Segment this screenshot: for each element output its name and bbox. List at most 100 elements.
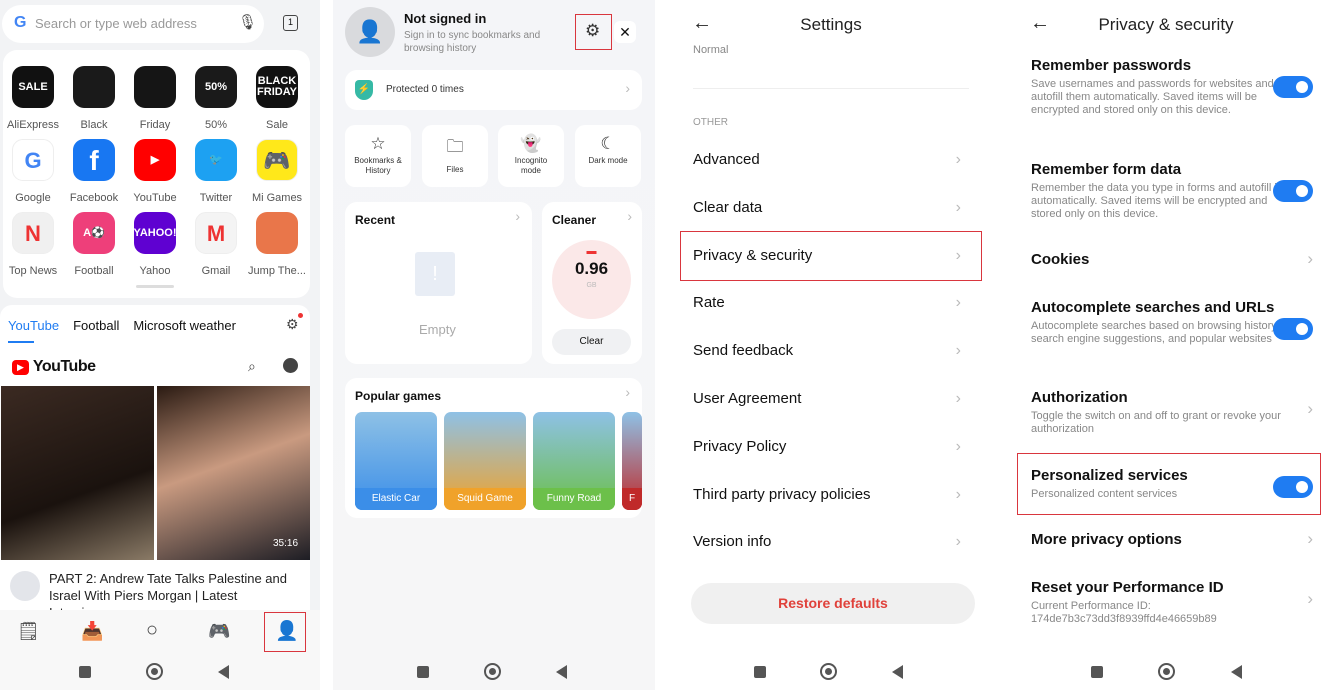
tab-count-button[interactable]: 1	[283, 15, 298, 31]
gmail-icon: M	[195, 212, 237, 254]
settings-item-label: Clear data	[693, 198, 763, 216]
feed-settings-icon[interactable]: ⚙	[286, 316, 299, 333]
toggle-switch[interactable]	[1273, 76, 1313, 98]
shortcut-google[interactable]: G Google	[3, 139, 63, 204]
shortcut-twitter[interactable]: 🐦 Twitter	[186, 139, 246, 204]
home-button[interactable]	[484, 663, 501, 680]
toggle-switch[interactable]	[1273, 180, 1313, 202]
chevron-right-icon: ›	[627, 208, 632, 224]
home-button[interactable]	[820, 663, 837, 680]
game-elastic-car[interactable]: Elastic Car	[355, 412, 437, 510]
chevron-right-icon: ›	[955, 390, 961, 407]
chevron-right-icon: ›	[955, 294, 961, 312]
microphone-icon[interactable]: 🎙	[238, 13, 257, 31]
game-funny-road[interactable]: Funny Road	[533, 412, 615, 510]
restore-defaults-button[interactable]: Restore defaults	[691, 583, 975, 624]
recents-button[interactable]	[1091, 666, 1103, 678]
settings-item-third-party-privacy-policies[interactable]: Third party privacy policies ›	[693, 471, 969, 519]
shortcut-friday[interactable]: Friday	[125, 66, 185, 131]
account-icon[interactable]	[283, 358, 298, 373]
shortcut-sale[interactable]: BLACK FRIDAY Sale	[247, 66, 307, 131]
item-title: Remember form data	[1031, 161, 1182, 178]
back-button[interactable]	[892, 665, 903, 679]
shortcut-gmail[interactable]: M Gmail	[186, 212, 246, 277]
shortcut-black[interactable]: Black	[64, 66, 124, 131]
chevron-right-icon: ›	[1307, 399, 1313, 418]
shortcut-label: Football	[74, 265, 114, 277]
close-button[interactable]: ✕	[614, 21, 636, 43]
games-icon[interactable]: 🎮	[208, 621, 230, 642]
feed-tab-football[interactable]: Football	[73, 318, 119, 333]
search-icon[interactable]: ○	[146, 619, 158, 642]
shortcut-jump-the[interactable]: Jump The...	[247, 212, 307, 277]
back-button[interactable]	[1231, 665, 1242, 679]
settings-item-privacy-policy[interactable]: Privacy Policy ›	[693, 423, 969, 471]
browser-home-screen: G Search or type web address 🎙 1 SALE Ali…	[0, 0, 320, 690]
item-description: Save usernames and passwords for website…	[1031, 78, 1274, 116]
privacy-item-reset-your-performance-id[interactable]: Reset your Performance ID Current Perform…	[1031, 579, 1315, 626]
back-button[interactable]	[556, 665, 567, 679]
settings-item-send-feedback[interactable]: Send feedback ›	[693, 327, 969, 375]
home-button[interactable]	[1158, 663, 1175, 680]
toggle-switch[interactable]	[1273, 318, 1313, 340]
chevron-right-icon[interactable]: ›	[625, 384, 630, 400]
feed-tab-youtube[interactable]: YouTube	[8, 318, 59, 333]
avatar[interactable]: 👤	[345, 7, 395, 57]
privacy-item-cookies[interactable]: Cookies ›	[1031, 249, 1315, 268]
recent-card[interactable]: Recent › ! Empty	[345, 202, 532, 364]
clear-button[interactable]: Clear	[552, 329, 631, 355]
game-f[interactable]: F	[622, 412, 642, 510]
shortcut-label: Google	[15, 192, 51, 204]
news-feed: YouTube Football Microsoft weather ⚙ ▶ You…	[0, 305, 310, 610]
recents-button[interactable]	[79, 666, 91, 678]
home-button[interactable]	[146, 663, 163, 680]
privacy-item-more-privacy-options[interactable]: More privacy options ›	[1031, 529, 1315, 548]
protection-card[interactable]: ⚡ Protected 0 times ›	[345, 70, 642, 110]
downloads-icon[interactable]: 📥	[81, 621, 103, 642]
game-squid-game[interactable]: Squid Game	[444, 412, 526, 510]
shortcut-aliexpress[interactable]: SALE AliExpress	[3, 66, 63, 131]
shortcut-top-news[interactable]: N Top News	[3, 212, 63, 277]
bookmarks-history-button[interactable]: ☆ Bookmarks & History	[345, 125, 411, 187]
shortcut-50[interactable]: 50% 50%	[186, 66, 246, 131]
friday-icon	[134, 66, 176, 108]
settings-item-rate[interactable]: Rate ›	[693, 279, 969, 327]
settings-item-label: Send feedback	[693, 342, 794, 360]
video-thumbnail-right[interactable]	[157, 386, 310, 560]
video-thumbnail-left[interactable]	[1, 386, 154, 560]
privacy-item-autocomplete-searches-and-urls[interactable]: Autocomplete searches and URLs Autocomple…	[1031, 299, 1315, 346]
search-input[interactable]: Search or type web address	[35, 16, 197, 31]
cleaner-card[interactable]: Cleaner › ▬ 0.96 GB Clear	[542, 202, 642, 364]
channel-avatar[interactable]	[10, 571, 40, 601]
settings-item-user-agreement[interactable]: User Agreement ›	[693, 375, 969, 423]
shortcut-mi-games[interactable]: 🎮 Mi Games	[247, 139, 307, 204]
news-icon[interactable]: 🗒	[17, 621, 40, 642]
shortcut-yahoo[interactable]: YAHOO! Yahoo	[125, 212, 185, 277]
privacy-item-remember-form-data[interactable]: Remember form data Remember the data you …	[1031, 161, 1315, 221]
settings-item-advanced[interactable]: Advanced ›	[693, 136, 969, 184]
settings-item-clear-data[interactable]: Clear data ›	[693, 184, 969, 232]
back-button[interactable]	[218, 665, 229, 679]
search-bar[interactable]: G Search or type web address 🎙	[2, 5, 264, 43]
moon-icon: ☾	[600, 134, 616, 153]
privacy-item-authorization[interactable]: Authorization Toggle the switch on and of…	[1031, 389, 1315, 436]
recents-button[interactable]	[754, 666, 766, 678]
incognito-button[interactable]: 👻 Incognito mode	[498, 125, 564, 187]
files-button[interactable]: 🗀 Files	[422, 125, 488, 187]
item-title: Authorization	[1031, 389, 1128, 406]
privacy-item-remember-passwords[interactable]: Remember passwords Save usernames and pas…	[1031, 57, 1315, 117]
section-label: OTHER	[693, 117, 728, 128]
divider	[693, 88, 969, 89]
shortcut-youtube[interactable]: ▶ YouTube	[125, 139, 185, 204]
shortcut-football[interactable]: A⚽ Football	[64, 212, 124, 277]
video-title[interactable]: PART 2: Andrew Tate Talks Palestine and …	[49, 570, 289, 610]
feed-tab-microsoft-weather[interactable]: Microsoft weather	[133, 318, 236, 333]
sign-in-title[interactable]: Not signed in	[404, 11, 486, 26]
shortcut-facebook[interactable]: f Facebook	[64, 139, 124, 204]
search-icon[interactable]: ⌕	[248, 358, 256, 375]
tile-label: Bookmarks & History	[354, 156, 402, 175]
recents-button[interactable]	[417, 666, 429, 678]
dark-mode-button[interactable]: ☾ Dark mode	[575, 125, 641, 187]
page-indicator	[136, 285, 174, 288]
settings-item-version-info[interactable]: Version info ›	[693, 518, 969, 566]
